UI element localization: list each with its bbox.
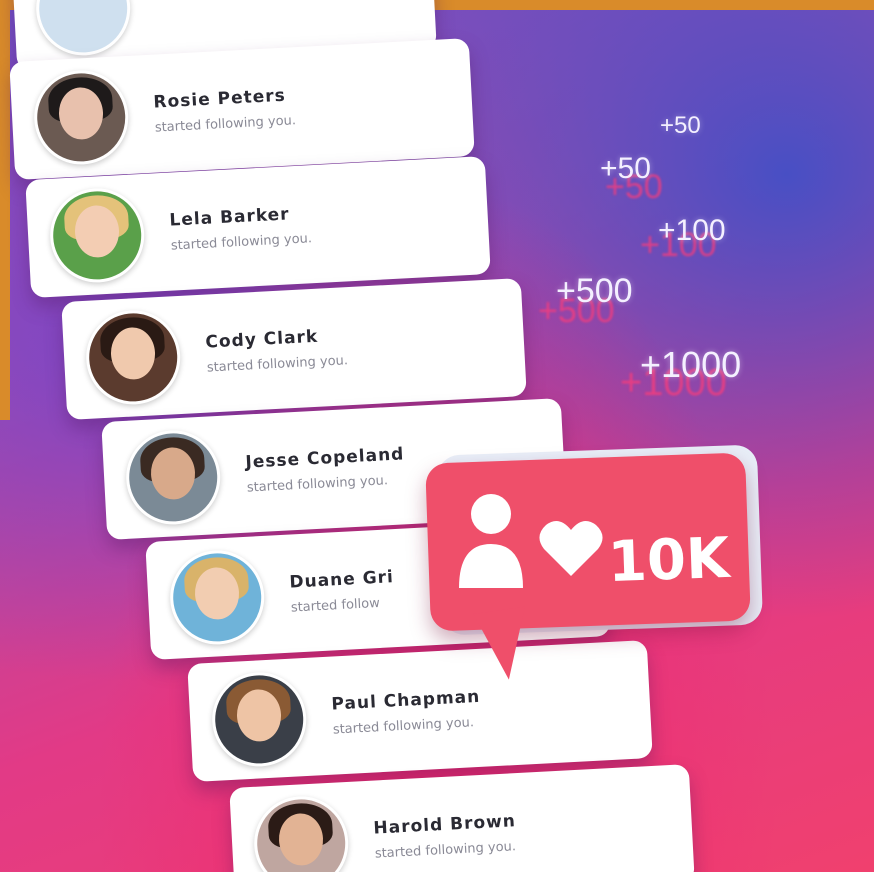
notification-card[interactable]: Rosie Peters started following you.: [9, 38, 475, 180]
avatar: [47, 186, 147, 285]
notification-card[interactable]: Harold Brown started following you.: [229, 764, 695, 872]
follower-name: Lela Barker: [168, 203, 291, 231]
follower-count: 10K: [606, 525, 731, 596]
follower-name: Jesse Copeland: [244, 443, 405, 473]
floating-count: +1000: [640, 344, 742, 385]
avatar: [31, 68, 131, 167]
floating-count: +50: [660, 112, 701, 139]
notification-card[interactable]: Paul Chapman started following you.: [187, 640, 653, 782]
follow-message: started follow: [290, 595, 381, 616]
promo-graphic: +50 +50 +50 +100 +100 +500 +500 +1000 +1…: [0, 0, 874, 872]
floating-count: +500: [556, 272, 633, 310]
frame-border-left: [0, 0, 10, 420]
avatar: [33, 0, 133, 58]
avatar: [209, 670, 309, 769]
follower-name: Duane Gri: [288, 566, 395, 593]
heart-icon: [539, 521, 603, 576]
follow-message: started following you.: [170, 230, 313, 254]
person-icon: [459, 494, 523, 588]
badge-tail: [473, 606, 535, 684]
floating-count: +50: [600, 152, 651, 185]
follower-name: Cody Clark: [204, 326, 319, 353]
follow-message: started following you.: [374, 838, 517, 862]
avatar: [167, 548, 267, 647]
notification-card[interactable]: Cody Clark started following you.: [61, 278, 527, 420]
avatar: [251, 794, 351, 872]
follower-name: Harold Brown: [372, 810, 517, 839]
follower-name: Paul Chapman: [330, 686, 481, 715]
floating-count: +100: [658, 214, 726, 247]
avatar: [123, 428, 223, 527]
follow-message: started following you.: [206, 352, 349, 376]
follow-message: started following you.: [246, 472, 389, 496]
follow-message: started following you.: [332, 714, 475, 738]
follow-message: started following you.: [154, 112, 297, 136]
avatar: [83, 308, 183, 407]
follower-name: Rosie Peters: [152, 85, 287, 113]
notification-card[interactable]: Lela Barker started following you.: [25, 156, 491, 298]
